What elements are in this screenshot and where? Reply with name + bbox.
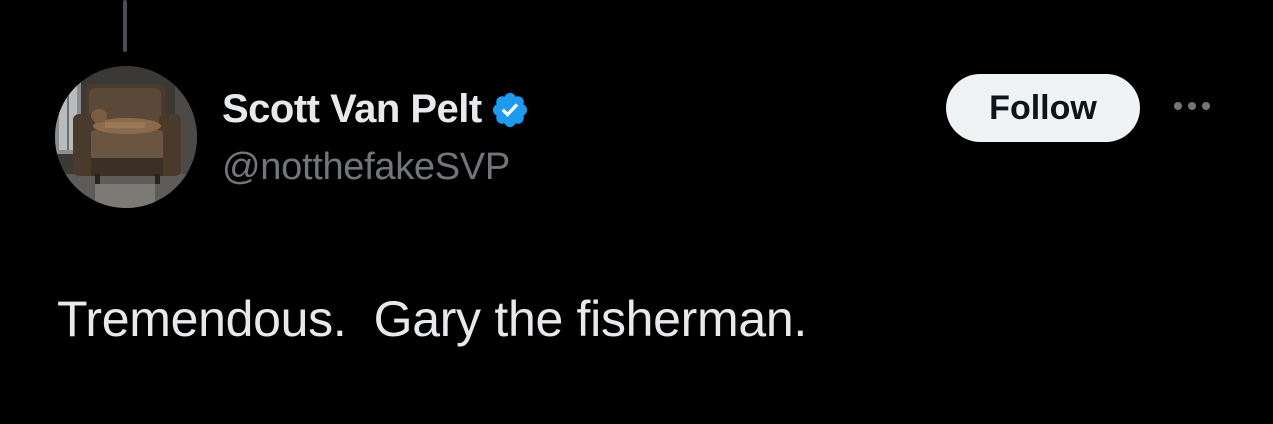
author-display-name[interactable]: Scott Van Pelt	[222, 87, 482, 132]
more-dot	[1202, 102, 1210, 110]
author-name-row: Scott Van Pelt	[222, 82, 530, 136]
thread-connector-line	[123, 0, 127, 52]
more-dot	[1174, 102, 1182, 110]
tweet-text: Tremendous. Gary the fisherman.	[57, 291, 807, 347]
follow-button[interactable]: Follow	[946, 74, 1140, 142]
more-options-icon[interactable]	[1166, 88, 1218, 124]
verified-badge-icon[interactable]	[490, 90, 530, 130]
avatar-photo	[55, 66, 197, 208]
avatar[interactable]	[55, 66, 197, 208]
more-dot	[1188, 102, 1196, 110]
author-handle[interactable]: @notthefakeSVP	[222, 146, 510, 189]
